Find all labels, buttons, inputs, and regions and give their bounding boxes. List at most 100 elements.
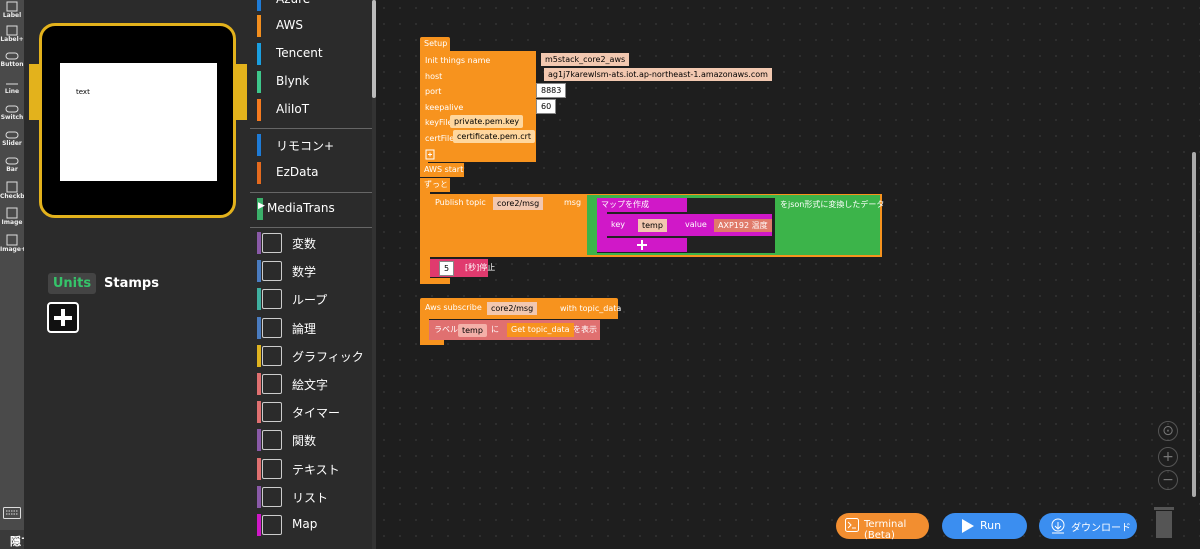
wait-seconds-field[interactable]: 5 xyxy=(439,261,455,276)
category-[interactable]: タイマー xyxy=(250,398,372,426)
tool-label[interactable]: Label xyxy=(0,0,24,26)
forever-block[interactable]: ずっと xyxy=(420,178,450,192)
device-screen[interactable]: text xyxy=(60,63,217,181)
tab-stamps[interactable]: Stamps xyxy=(104,273,159,294)
zoom-out-icon[interactable]: − xyxy=(1158,470,1178,490)
subscribe-topic-field[interactable]: core2/msg xyxy=(487,302,538,315)
category-label: 論理 xyxy=(292,321,317,336)
play-icon xyxy=(962,519,974,533)
category-label: AliIoT xyxy=(276,102,310,116)
label-dropdown[interactable]: temp xyxy=(458,324,487,337)
map-create-block[interactable]: マップを作成 xyxy=(597,198,687,212)
category-[interactable]: 論理 xyxy=(250,314,372,342)
setup-hat[interactable]: Setup xyxy=(420,37,450,51)
axp-temp-block[interactable]: AXP192 温度 xyxy=(714,219,772,232)
category-label: 数学 xyxy=(292,265,317,280)
tool-line[interactable]: Line xyxy=(0,79,24,105)
category-label: リモコン+ xyxy=(276,139,335,153)
category-icon xyxy=(262,317,282,338)
device-panel: text Units Stamps xyxy=(24,0,250,549)
category-icon xyxy=(262,233,282,253)
category-label: タイマー xyxy=(292,406,341,421)
category-mediatrans[interactable]: ▶ MediaTrans xyxy=(250,195,372,223)
category-color-bar xyxy=(257,232,261,254)
display-label: を表示 xyxy=(573,325,597,334)
category-[interactable]: テキスト xyxy=(250,455,372,483)
category-tencent[interactable]: Tencent xyxy=(250,40,372,68)
category-ezdata[interactable]: EzData xyxy=(250,159,372,187)
key-field[interactable]: temp xyxy=(638,219,667,232)
category-color-bar xyxy=(257,260,261,283)
category-color-bar xyxy=(257,457,261,480)
category-aliiot[interactable]: AliIoT xyxy=(250,96,372,124)
category-label: グラフィック xyxy=(292,349,364,364)
category-[interactable]: リモコン+ xyxy=(250,131,372,159)
category-label: Map xyxy=(292,517,318,531)
add-unit-button[interactable] xyxy=(47,302,79,333)
tool-button[interactable]: Button xyxy=(0,50,24,76)
download-icon xyxy=(1051,518,1065,534)
keepalive-field[interactable]: 60 xyxy=(536,99,557,114)
tool-checkbox[interactable]: Checkbox xyxy=(0,180,33,206)
get-topic-block[interactable]: Get topic_data xyxy=(507,323,574,337)
aws-start-block[interactable]: AWS start xyxy=(420,163,464,177)
certfile-dropdown[interactable]: certificate.pem.crt xyxy=(453,130,536,143)
publish-topic-field[interactable]: core2/msg xyxy=(493,197,544,210)
tool-slider[interactable]: Slider xyxy=(0,129,24,155)
category-label: Blynk xyxy=(276,74,310,88)
category-aws[interactable]: AWS xyxy=(250,12,372,40)
category-color-bar xyxy=(257,429,261,452)
download-button[interactable]: ダウンロード xyxy=(1039,513,1137,539)
mutator-icon[interactable] xyxy=(425,149,435,160)
json-label: をjson形式に変換したデータ xyxy=(780,200,885,209)
tab-units[interactable]: Units xyxy=(48,273,96,294)
tool-label-plus[interactable]: Label+ xyxy=(0,24,24,50)
category-blynk[interactable]: Blynk xyxy=(250,68,372,96)
host-field[interactable]: ag1j7karewlsm-ats.iot.ap-northeast-1.ama… xyxy=(544,68,772,81)
category-[interactable]: 変数 xyxy=(250,229,372,257)
expand-arrow-icon[interactable]: ▶ xyxy=(258,201,265,211)
category-[interactable]: 絵文字 xyxy=(250,370,372,398)
map-add-button[interactable] xyxy=(597,238,687,252)
category-[interactable]: 数学 xyxy=(250,257,372,285)
terminal-icon xyxy=(845,518,859,532)
category-[interactable]: グラフィック xyxy=(250,342,372,370)
zoom-in-icon[interactable]: + xyxy=(1158,447,1178,467)
keyfile-dropdown[interactable]: private.pem.key xyxy=(450,115,524,128)
ui-tools-strip: Label Label+ Button Line Switch Slider B… xyxy=(0,0,33,549)
block-workspace[interactable]: Setup Init things name host port keepali… xyxy=(376,0,1200,549)
tool-image[interactable]: Image xyxy=(0,206,24,232)
category-color-bar xyxy=(257,43,261,65)
block-categories: Azure AWS Tencent Blynk AliIoT リモコン+ EzData ▶Me… xyxy=(250,0,372,549)
init-things-block[interactable]: Init things name host port keepalive key… xyxy=(420,51,536,162)
tool-switch[interactable]: Switch xyxy=(0,103,24,129)
port-field[interactable]: 8883 xyxy=(536,83,567,98)
category-color-bar xyxy=(257,485,261,508)
category-color-bar xyxy=(257,514,261,536)
with-topic-label: with topic_data xyxy=(560,304,622,313)
category-icon xyxy=(262,289,282,310)
plus-icon xyxy=(637,240,647,250)
category-icon xyxy=(262,402,282,423)
value-label: value xyxy=(685,220,707,229)
tool-bar[interactable]: Bar xyxy=(0,155,24,181)
category-label: 関数 xyxy=(292,434,317,449)
category-map[interactable]: Map xyxy=(250,511,372,539)
category-color-bar xyxy=(257,344,261,367)
category-icon xyxy=(262,345,282,366)
category-[interactable]: ループ xyxy=(250,285,372,313)
things-name-field[interactable]: m5stack_core2_aws xyxy=(541,53,630,66)
category-label: ループ xyxy=(292,293,328,308)
plus-icon xyxy=(54,309,72,326)
trash-icon[interactable] xyxy=(1152,505,1176,539)
screen-label[interactable]: text xyxy=(76,88,90,96)
workspace-scrollbar[interactable] xyxy=(1192,152,1196,497)
run-button[interactable]: Run xyxy=(942,513,1027,539)
tool-image-plus[interactable]: Image+ xyxy=(0,233,26,259)
category-divider xyxy=(250,192,372,193)
category-[interactable]: 関数 xyxy=(250,426,372,454)
recenter-icon[interactable]: ⊙ xyxy=(1158,421,1178,441)
category-[interactable]: リスト xyxy=(250,483,372,511)
terminal-button[interactable]: Terminal (Beta) xyxy=(836,513,929,541)
keyboard-icon[interactable] xyxy=(3,507,21,519)
